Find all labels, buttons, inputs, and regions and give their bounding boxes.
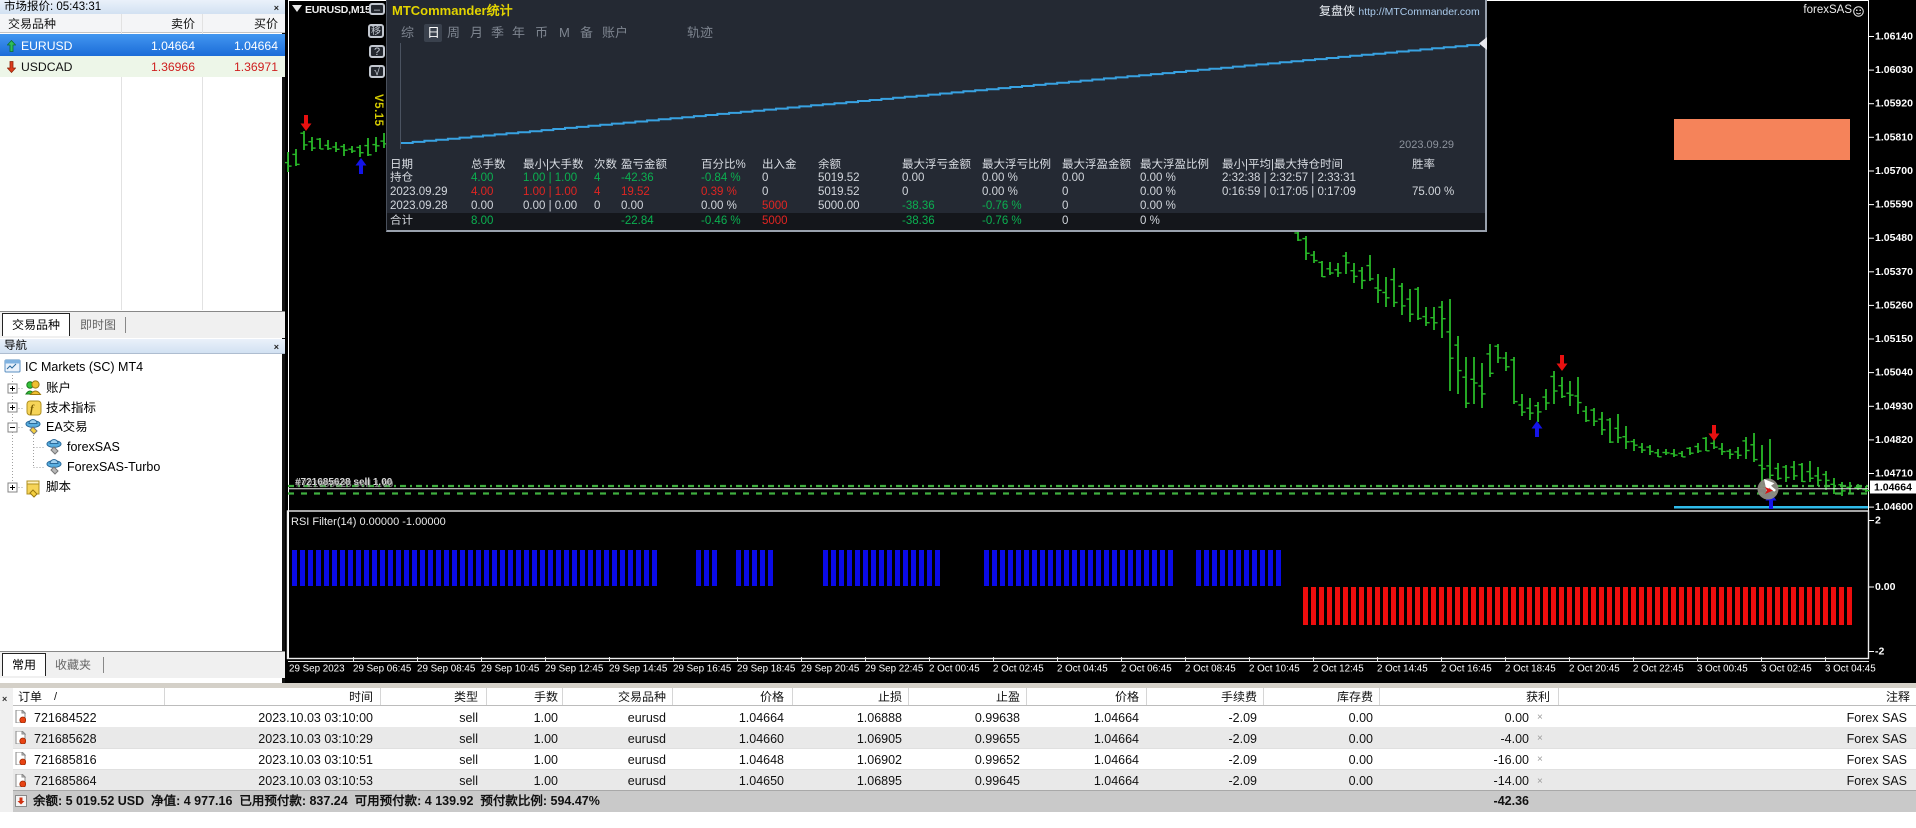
svg-text:29 Sep 2023: 29 Sep 2023 [289, 664, 345, 675]
svg-text:1.06030: 1.06030 [1875, 64, 1913, 76]
svg-text:1.04710: 1.04710 [1875, 468, 1913, 480]
svg-text:3 Oct 04:45: 3 Oct 04:45 [1825, 664, 1876, 675]
svg-text:1.05150: 1.05150 [1875, 333, 1913, 345]
svg-text:2 Oct 12:45: 2 Oct 12:45 [1313, 664, 1364, 675]
svg-text:3 Oct 02:45: 3 Oct 02:45 [1761, 664, 1812, 675]
svg-text:1.04820: 1.04820 [1875, 434, 1913, 446]
svg-text:1.05700: 1.05700 [1875, 165, 1913, 177]
svg-text:2 Oct 02:45: 2 Oct 02:45 [993, 664, 1044, 675]
svg-text:29 Sep 20:45: 29 Sep 20:45 [801, 664, 860, 675]
svg-text:29 Sep 10:45: 29 Sep 10:45 [481, 664, 540, 675]
svg-text:2 Oct 06:45: 2 Oct 06:45 [1121, 664, 1172, 675]
svg-text:1.04930: 1.04930 [1875, 400, 1913, 412]
svg-text:1.05480: 1.05480 [1875, 232, 1913, 244]
svg-text:2 Oct 18:45: 2 Oct 18:45 [1505, 664, 1556, 675]
svg-text:29 Sep 18:45: 29 Sep 18:45 [737, 664, 796, 675]
svg-text:2 Oct 08:45: 2 Oct 08:45 [1185, 664, 1236, 675]
svg-text:1.05810: 1.05810 [1875, 131, 1913, 143]
svg-text:29 Sep 16:45: 29 Sep 16:45 [673, 664, 732, 675]
svg-text:1.05260: 1.05260 [1875, 299, 1913, 311]
svg-text:29 Sep 14:45: 29 Sep 14:45 [609, 664, 668, 675]
svg-text:2 Oct 00:45: 2 Oct 00:45 [929, 664, 980, 675]
svg-text:2 Oct 22:45: 2 Oct 22:45 [1633, 664, 1684, 675]
svg-text:2 Oct 10:45: 2 Oct 10:45 [1249, 664, 1300, 675]
svg-text:RSI Filter(14) 0.00000 -1.0000: RSI Filter(14) 0.00000 -1.00000 [291, 516, 446, 528]
svg-text:#721685628 sell 1.00: #721685628 sell 1.00 [296, 479, 394, 490]
svg-text:2: 2 [1875, 515, 1881, 527]
svg-text:1.04600: 1.04600 [1875, 501, 1913, 513]
svg-text:1.05920: 1.05920 [1875, 98, 1913, 110]
svg-text:29 Sep 08:45: 29 Sep 08:45 [417, 664, 476, 675]
svg-text:29 Sep 06:45: 29 Sep 06:45 [353, 664, 412, 675]
svg-text:1.05590: 1.05590 [1875, 199, 1913, 211]
svg-text:0.00: 0.00 [1875, 581, 1896, 593]
svg-text:29 Sep 22:45: 29 Sep 22:45 [865, 664, 924, 675]
svg-text:29 Sep 12:45: 29 Sep 12:45 [545, 664, 604, 675]
svg-text:1.06140: 1.06140 [1875, 31, 1913, 43]
svg-text:1.05040: 1.05040 [1875, 367, 1913, 379]
svg-text:-2: -2 [1875, 646, 1884, 658]
svg-text:2 Oct 20:45: 2 Oct 20:45 [1569, 664, 1620, 675]
svg-text:2 Oct 14:45: 2 Oct 14:45 [1377, 664, 1428, 675]
svg-text:2 Oct 04:45: 2 Oct 04:45 [1057, 664, 1108, 675]
svg-text:1.04664: 1.04664 [1874, 482, 1912, 494]
svg-text:2 Oct 16:45: 2 Oct 16:45 [1441, 664, 1492, 675]
svg-text:1.05370: 1.05370 [1875, 266, 1913, 278]
svg-text:3 Oct 00:45: 3 Oct 00:45 [1697, 664, 1748, 675]
